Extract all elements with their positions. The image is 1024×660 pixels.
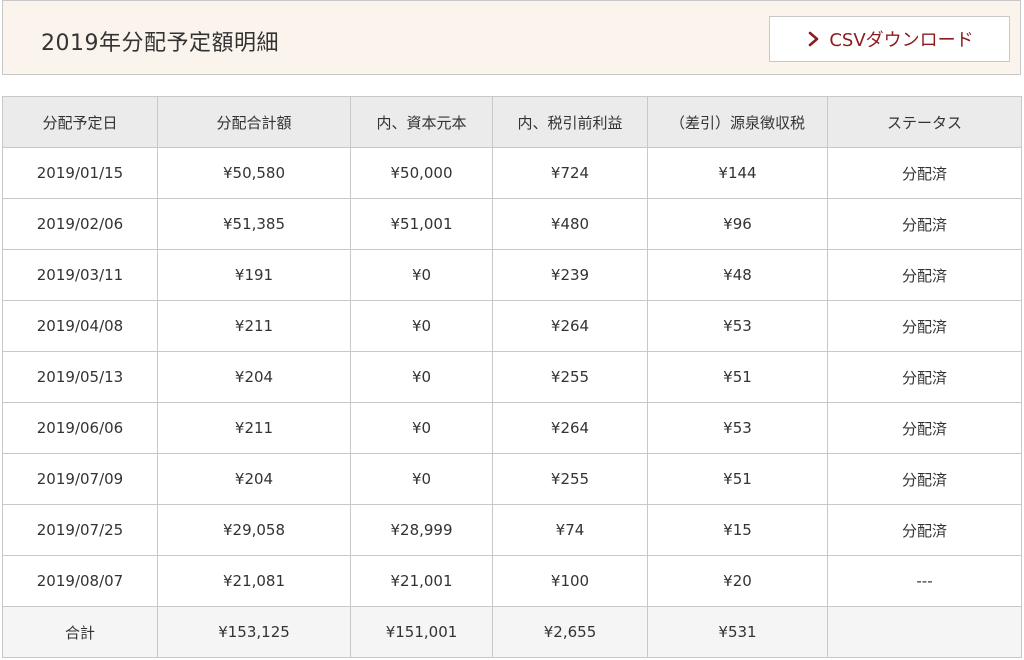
column-header-withholding-tax: （差引）源泉徴収税: [647, 96, 828, 148]
cell-date: 2019/02/06: [2, 198, 158, 250]
cell-total: ¥50,580: [157, 147, 351, 199]
cell-withholding-tax: ¥53: [647, 300, 828, 352]
cell-date: 2019/01/15: [2, 147, 158, 199]
cell-status: 分配済: [827, 504, 1022, 556]
cell-withholding-tax: ¥48: [647, 249, 828, 301]
totals-total: ¥153,125: [157, 606, 351, 658]
cell-withholding-tax: ¥96: [647, 198, 828, 250]
cell-total: ¥211: [157, 300, 351, 352]
table-row: 2019/08/07 ¥21,081 ¥21,001 ¥100 ¥20 ---: [2, 555, 1022, 607]
column-header-status: ステータス: [827, 96, 1022, 148]
cell-pretax-profit: ¥255: [492, 453, 648, 505]
cell-principal: ¥0: [350, 351, 493, 403]
table-row: 2019/07/25 ¥29,058 ¥28,999 ¥74 ¥15 分配済: [2, 504, 1022, 556]
cell-status: 分配済: [827, 402, 1022, 454]
cell-withholding-tax: ¥15: [647, 504, 828, 556]
cell-pretax-profit: ¥74: [492, 504, 648, 556]
cell-status: 分配済: [827, 300, 1022, 352]
cell-total: ¥191: [157, 249, 351, 301]
table-row: 2019/07/09 ¥204 ¥0 ¥255 ¥51 分配済: [2, 453, 1022, 505]
cell-withholding-tax: ¥20: [647, 555, 828, 607]
cell-status: 分配済: [827, 351, 1022, 403]
totals-status: [827, 606, 1022, 658]
chevron-right-icon: [805, 31, 823, 47]
column-header-date: 分配予定日: [2, 96, 158, 148]
cell-principal: ¥21,001: [350, 555, 493, 607]
cell-total: ¥51,385: [157, 198, 351, 250]
cell-date: 2019/06/06: [2, 402, 158, 454]
cell-principal: ¥0: [350, 453, 493, 505]
cell-withholding-tax: ¥144: [647, 147, 828, 199]
cell-status: 分配済: [827, 147, 1022, 199]
cell-total: ¥204: [157, 351, 351, 403]
cell-date: 2019/05/13: [2, 351, 158, 403]
csv-download-label: CSVダウンロード: [829, 30, 974, 51]
cell-total: ¥204: [157, 453, 351, 505]
cell-principal: ¥28,999: [350, 504, 493, 556]
csv-download-button[interactable]: CSVダウンロード: [769, 16, 1010, 62]
cell-date: 2019/04/08: [2, 300, 158, 352]
page-header: 2019年分配予定額明細 CSVダウンロード: [2, 0, 1021, 75]
totals-pretax-profit: ¥2,655: [492, 606, 648, 658]
cell-status: 分配済: [827, 453, 1022, 505]
table-totals-row: 合計 ¥153,125 ¥151,001 ¥2,655 ¥531: [2, 606, 1022, 658]
cell-date: 2019/03/11: [2, 249, 158, 301]
page-title: 2019年分配予定額明細: [41, 31, 279, 56]
table-row: 2019/03/11 ¥191 ¥0 ¥239 ¥48 分配済: [2, 249, 1022, 301]
table-row: 2019/04/08 ¥211 ¥0 ¥264 ¥53 分配済: [2, 300, 1022, 352]
cell-pretax-profit: ¥255: [492, 351, 648, 403]
cell-status: ---: [827, 555, 1022, 607]
totals-principal: ¥151,001: [350, 606, 493, 658]
column-header-principal: 内、資本元本: [350, 96, 493, 148]
cell-status: 分配済: [827, 249, 1022, 301]
cell-pretax-profit: ¥264: [492, 402, 648, 454]
cell-principal: ¥51,001: [350, 198, 493, 250]
cell-total: ¥211: [157, 402, 351, 454]
cell-status: 分配済: [827, 198, 1022, 250]
distribution-table: 分配予定日 分配合計額 内、資本元本 内、税引前利益 （差引）源泉徴収税 ステー…: [2, 96, 1022, 658]
cell-withholding-tax: ¥51: [647, 453, 828, 505]
column-header-pretax-profit: 内、税引前利益: [492, 96, 648, 148]
totals-label: 合計: [2, 606, 158, 658]
cell-pretax-profit: ¥480: [492, 198, 648, 250]
cell-withholding-tax: ¥53: [647, 402, 828, 454]
cell-principal: ¥0: [350, 249, 493, 301]
cell-total: ¥29,058: [157, 504, 351, 556]
table-header-row: 分配予定日 分配合計額 内、資本元本 内、税引前利益 （差引）源泉徴収税 ステー…: [2, 96, 1022, 148]
cell-pretax-profit: ¥239: [492, 249, 648, 301]
cell-date: 2019/08/07: [2, 555, 158, 607]
table-row: 2019/06/06 ¥211 ¥0 ¥264 ¥53 分配済: [2, 402, 1022, 454]
cell-withholding-tax: ¥51: [647, 351, 828, 403]
cell-date: 2019/07/25: [2, 504, 158, 556]
column-header-total: 分配合計額: [157, 96, 351, 148]
cell-pretax-profit: ¥724: [492, 147, 648, 199]
table-row: 2019/02/06 ¥51,385 ¥51,001 ¥480 ¥96 分配済: [2, 198, 1022, 250]
table-row: 2019/01/15 ¥50,580 ¥50,000 ¥724 ¥144 分配済: [2, 147, 1022, 199]
cell-principal: ¥50,000: [350, 147, 493, 199]
cell-principal: ¥0: [350, 300, 493, 352]
table-row: 2019/05/13 ¥204 ¥0 ¥255 ¥51 分配済: [2, 351, 1022, 403]
totals-withholding-tax: ¥531: [647, 606, 828, 658]
cell-date: 2019/07/09: [2, 453, 158, 505]
cell-total: ¥21,081: [157, 555, 351, 607]
cell-principal: ¥0: [350, 402, 493, 454]
cell-pretax-profit: ¥264: [492, 300, 648, 352]
cell-pretax-profit: ¥100: [492, 555, 648, 607]
